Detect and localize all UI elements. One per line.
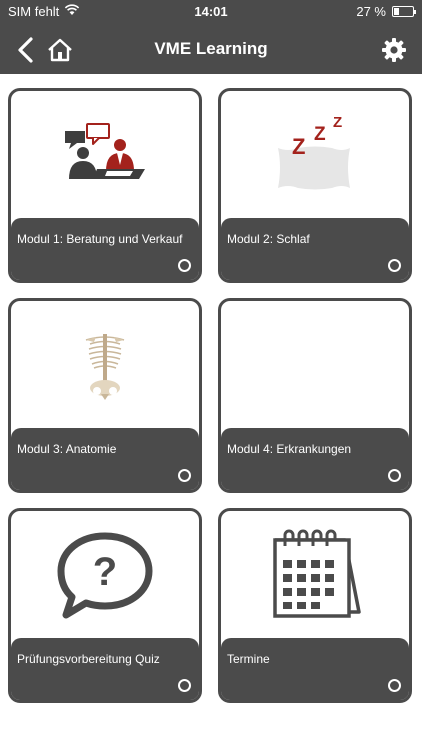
module-grid: Modul 1: Beratung und Verkauf Z Z Z Modu… xyxy=(0,76,422,750)
tile-label: Termine xyxy=(227,652,270,666)
tile-label: Modul 2: Schlaf xyxy=(227,232,310,246)
progress-radio-icon xyxy=(178,679,191,692)
svg-text:Z: Z xyxy=(314,124,326,145)
svg-text:Z: Z xyxy=(292,134,305,159)
calendar-icon xyxy=(221,511,409,641)
status-bar: SIM fehlt 14:01 27 % xyxy=(0,0,422,24)
question-bubble-icon: ? xyxy=(11,511,199,641)
battery-label: 27 % xyxy=(356,4,386,19)
svg-text:Z: Z xyxy=(333,114,342,131)
sleep-pillow-icon: Z Z Z xyxy=(221,91,409,221)
progress-radio-icon xyxy=(388,679,401,692)
progress-radio-icon xyxy=(178,259,191,272)
tile-modul-1[interactable]: Modul 1: Beratung und Verkauf xyxy=(8,88,202,283)
skeleton-icon xyxy=(11,301,199,431)
tile-footer: Modul 3: Anatomie xyxy=(11,428,199,490)
tile-footer: Prüfungsvorbereitung Quiz xyxy=(11,638,199,700)
progress-radio-icon xyxy=(178,469,191,482)
tile-footer: Termine xyxy=(221,638,409,700)
settings-button[interactable] xyxy=(378,34,410,66)
tile-image-placeholder xyxy=(221,301,409,431)
nav-bar: VME Learning xyxy=(0,24,422,74)
tile-footer: Modul 4: Erkrankungen xyxy=(221,428,409,490)
tile-modul-3[interactable]: Modul 3: Anatomie xyxy=(8,298,202,493)
tile-modul-2[interactable]: Z Z Z Modul 2: Schlaf xyxy=(218,88,412,283)
tile-label: Modul 3: Anatomie xyxy=(17,442,117,456)
tile-label: Modul 1: Beratung und Verkauf xyxy=(17,232,183,246)
svg-text:?: ? xyxy=(93,550,117,594)
tile-quiz[interactable]: ? Prüfungsvorbereitung Quiz xyxy=(8,508,202,703)
tile-label: Prüfungsvorbereitung Quiz xyxy=(17,652,160,666)
tile-modul-4[interactable]: Modul 4: Erkrankungen xyxy=(218,298,412,493)
tile-termine[interactable]: Termine xyxy=(218,508,412,703)
tile-footer: Modul 1: Beratung und Verkauf xyxy=(11,218,199,280)
progress-radio-icon xyxy=(388,259,401,272)
page-title: VME Learning xyxy=(154,39,268,58)
gear-icon xyxy=(382,38,406,62)
tile-footer: Modul 2: Schlaf xyxy=(221,218,409,280)
battery-status: 27 % xyxy=(356,4,416,19)
consultation-icon xyxy=(11,91,199,221)
battery-icon xyxy=(392,6,416,17)
tile-label: Modul 4: Erkrankungen xyxy=(227,442,352,456)
progress-radio-icon xyxy=(388,469,401,482)
